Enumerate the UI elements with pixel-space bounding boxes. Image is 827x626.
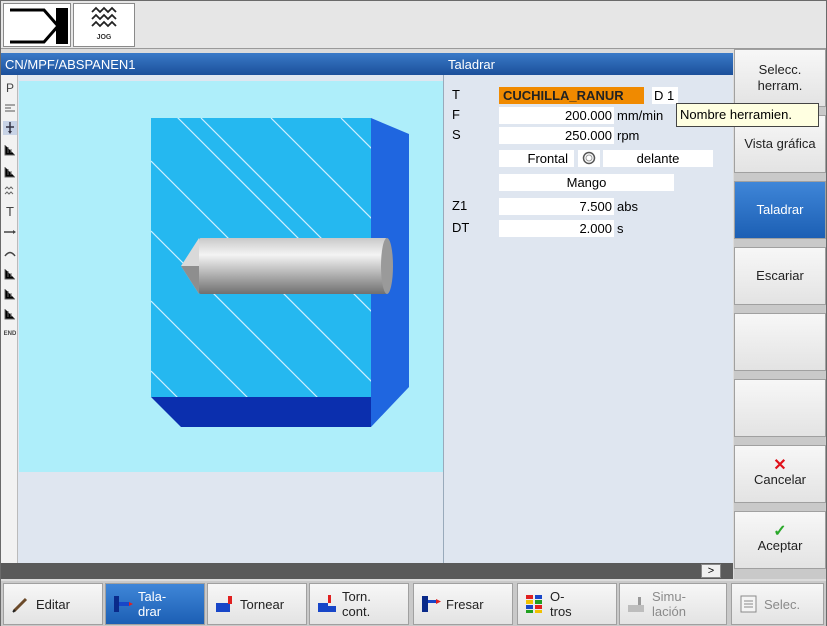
operating-area-icon[interactable]: [3, 3, 71, 47]
program-end-icon[interactable]: END: [3, 327, 17, 341]
stock-removal-icon[interactable]: [3, 287, 17, 301]
feed-field[interactable]: 200.000: [499, 107, 614, 124]
cancel-label: Cancelar: [753, 472, 807, 487]
edit-button[interactable]: Editar: [3, 583, 103, 625]
parameter-panel: T CUCHILLA_RANUR D 1 F 200.000 mm/min S …: [444, 75, 733, 563]
cutting-edge-field[interactable]: D 1: [652, 87, 678, 104]
feed-label: F: [452, 107, 460, 122]
checkmark-icon: ✓: [773, 523, 787, 540]
select-tool-button[interactable]: Selecc. herram.: [734, 49, 826, 107]
cancel-button[interactable]: ✕ Cancelar: [734, 445, 826, 503]
header-bar: CN/MPF/ABSPANEN1 Taladrar: [1, 53, 733, 75]
select-button[interactable]: Selec.: [731, 583, 824, 625]
turn-menu-label: Tornear: [240, 596, 285, 612]
position-field[interactable]: delante: [603, 150, 713, 167]
scroll-right-button[interactable]: >: [701, 564, 721, 578]
horizontal-softkey-bar: Editar Tala- drar Tornear Torn. cont. Fr…: [1, 581, 826, 626]
accept-button[interactable]: ✓ Aceptar: [734, 511, 826, 569]
cutting-edge-value: 1: [667, 88, 675, 103]
z1-field[interactable]: 7.500: [499, 198, 614, 215]
program-path: CN/MPF/ABSPANEN1: [5, 57, 136, 72]
milling-icon: [422, 596, 441, 612]
tooltip: Nombre herramien.: [676, 103, 819, 127]
drill-button[interactable]: Taladrar: [734, 181, 826, 239]
empty-softkey-5[interactable]: [734, 313, 826, 371]
cycle-title: Taladrar: [448, 57, 495, 72]
stock-removal-icon[interactable]: [3, 143, 17, 157]
thread-icon[interactable]: [3, 185, 17, 199]
turn-menu-button[interactable]: Tornear: [207, 583, 307, 625]
select-label: Selec.: [764, 596, 801, 612]
hmi-screen: JOG CN/MPF/ABSPANEN1 Taladrar P T END T …: [0, 0, 827, 626]
drill-menu-button[interactable]: Tala- drar: [105, 583, 205, 625]
others-icon: [526, 595, 542, 613]
straight-line-icon[interactable]: [3, 225, 17, 239]
cutting-edge-label: D: [654, 88, 664, 103]
machining-plane-field[interactable]: Frontal: [499, 150, 574, 167]
simulation-icon: [628, 597, 644, 612]
graphic-footer: [19, 472, 443, 563]
top-bar: JOG: [1, 1, 826, 49]
spindle-speed-unit: rpm: [617, 128, 640, 143]
contour-turning-icon: [318, 595, 336, 612]
turn-contour-label: Torn. cont.: [342, 589, 371, 619]
drill-menu-label: Tala- drar: [138, 589, 167, 619]
dwell-time-unit: s: [617, 221, 624, 236]
feed-unit: mm/min: [617, 108, 664, 123]
mill-menu-button[interactable]: Fresar: [413, 583, 513, 625]
tool-change-icon[interactable]: T: [3, 205, 17, 219]
workpiece-bottom: [151, 397, 371, 427]
drilling-illustration: [151, 118, 409, 427]
jog-mode-icon[interactable]: JOG: [73, 3, 135, 47]
help-graphic: [19, 81, 443, 472]
simulation-label: Simu- lación: [652, 589, 686, 619]
others-menu-label: O- tros: [550, 589, 572, 619]
select-program-icon: [740, 595, 757, 613]
drill-icon: [114, 596, 133, 612]
main-area: P T END T CUCHILLA_RANUR D 1 F 200.000 m…: [1, 75, 733, 563]
jog-mode-label: JOG: [96, 34, 112, 41]
others-menu-button[interactable]: O- tros: [517, 583, 617, 625]
spindle-speed-label: S: [452, 127, 461, 142]
program-header-icon[interactable]: P: [3, 81, 17, 95]
empty-softkey-6[interactable]: [734, 379, 826, 437]
tool-label: T: [452, 87, 460, 102]
simulation-button[interactable]: Simu- lación: [619, 583, 727, 625]
stock-removal-icon[interactable]: [3, 267, 17, 281]
accept-label: Aceptar: [757, 538, 803, 553]
arc-icon[interactable]: [3, 247, 17, 261]
clamping-field[interactable]: Mango: [499, 174, 674, 191]
turning-block-icon[interactable]: [3, 101, 17, 115]
stock-removal-icon[interactable]: [3, 307, 17, 321]
vertical-softkey-bar: Selecc. herram. Vista gráfica Taladrar E…: [734, 49, 826, 579]
z1-label: Z1: [452, 198, 468, 213]
edit-label: Editar: [36, 596, 70, 612]
drill-bit: [181, 238, 393, 294]
tool-name-field[interactable]: CUCHILLA_RANUR: [499, 87, 644, 104]
ream-button[interactable]: Escariar: [734, 247, 826, 305]
z1-unit: abs: [617, 199, 638, 214]
toggle-icon[interactable]: [578, 150, 600, 167]
stock-removal-icon[interactable]: [3, 165, 17, 179]
turn-contour-button[interactable]: Torn. cont.: [309, 583, 409, 625]
status-row: >: [1, 563, 733, 579]
dwell-time-label: DT: [452, 220, 470, 235]
spindle-speed-field[interactable]: 250.000: [499, 127, 614, 144]
drill-block-icon[interactable]: [3, 121, 17, 135]
program-icon-strip: P T END: [1, 75, 18, 563]
cancel-icon: ✕: [773, 457, 787, 474]
pencil-icon: [12, 597, 28, 613]
turning-icon: [216, 596, 232, 612]
dwell-time-field[interactable]: 2.000: [499, 220, 614, 237]
mill-menu-label: Fresar: [446, 596, 484, 612]
